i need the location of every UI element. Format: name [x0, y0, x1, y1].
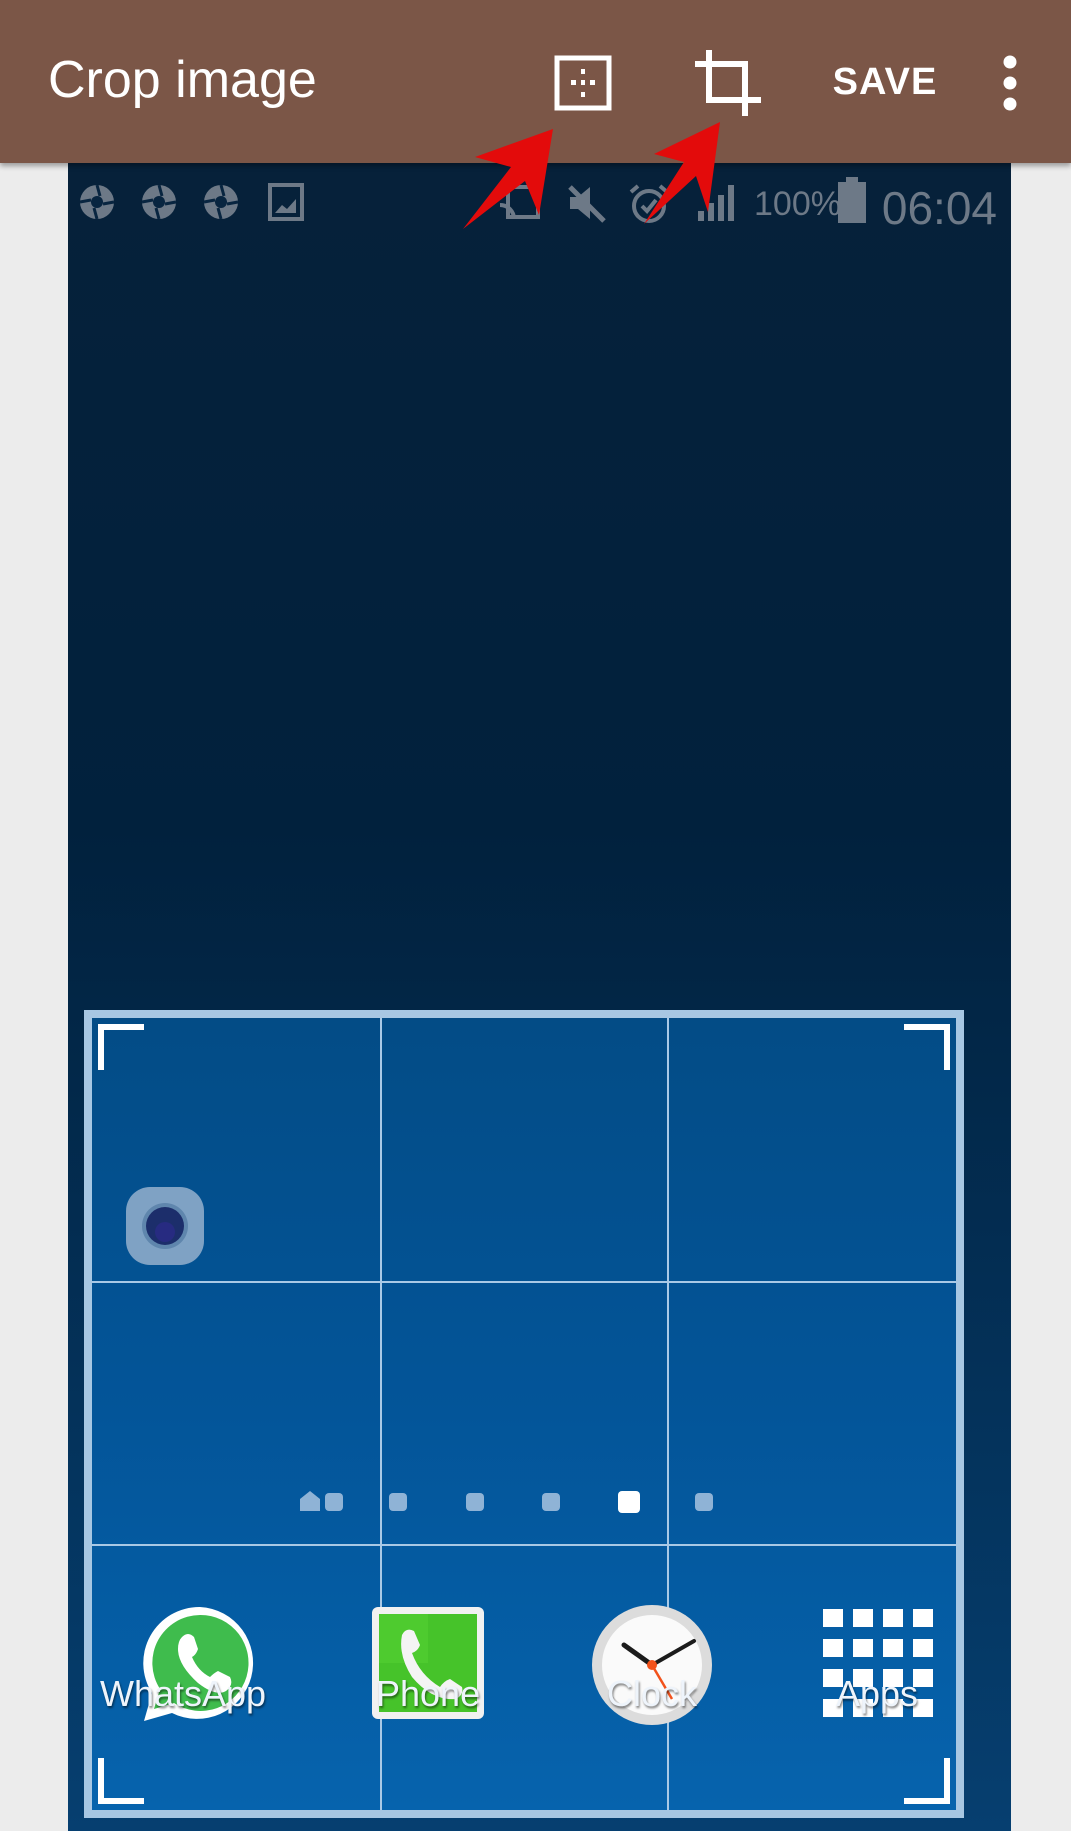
- camera-icon: [126, 1187, 204, 1265]
- app-label-clock[interactable]: Clock: [607, 1673, 697, 1715]
- aperture-icon: [79, 184, 115, 220]
- page-dot[interactable]: [466, 1493, 484, 1511]
- crop-gridline: [92, 1281, 956, 1283]
- app-label-apps[interactable]: Apps: [836, 1673, 918, 1715]
- aspect-ratio-button[interactable]: [545, 40, 620, 125]
- overflow-menu-button[interactable]: [990, 40, 1030, 125]
- app-label-whatsapp[interactable]: WhatsApp: [100, 1673, 266, 1715]
- annotation-arrow-crop: [644, 122, 720, 224]
- crop-button[interactable]: [685, 40, 770, 125]
- home-page-indicator: [300, 1491, 320, 1511]
- app-label-phone[interactable]: Phone: [376, 1673, 480, 1715]
- mute-icon: [568, 185, 606, 223]
- crop-handle-top-left[interactable]: [98, 1024, 144, 1070]
- battery-icon: [838, 177, 866, 223]
- status-time: 06:04: [881, 182, 997, 234]
- gallery-icon: [268, 183, 304, 221]
- page-dot-active[interactable]: [618, 1491, 640, 1513]
- aperture-icon: [203, 184, 239, 220]
- annotation-arrow-aspect: [463, 129, 553, 229]
- more-vert-icon: [1003, 55, 1017, 110]
- aperture-icon: [141, 184, 177, 220]
- crop-handle-top-right[interactable]: [904, 1024, 950, 1070]
- crop-handle-bottom-left[interactable]: [98, 1758, 144, 1804]
- crop-gridline: [92, 1544, 956, 1546]
- page-dot[interactable]: [695, 1493, 713, 1511]
- battery-percent: 100%: [754, 185, 841, 223]
- page-dot[interactable]: [542, 1493, 560, 1511]
- page-dot[interactable]: [389, 1493, 407, 1511]
- aspect-ratio-icon: [554, 55, 611, 110]
- crop-handle-bottom-right[interactable]: [904, 1758, 950, 1804]
- page-title: Crop image: [48, 51, 317, 109]
- save-button[interactable]: SAVE: [830, 40, 940, 125]
- image-preview: 100% 06:04 WhatsApp Phone Clock Apps: [68, 163, 1011, 1831]
- page-dot[interactable]: [325, 1493, 343, 1511]
- crop-icon: [694, 49, 761, 116]
